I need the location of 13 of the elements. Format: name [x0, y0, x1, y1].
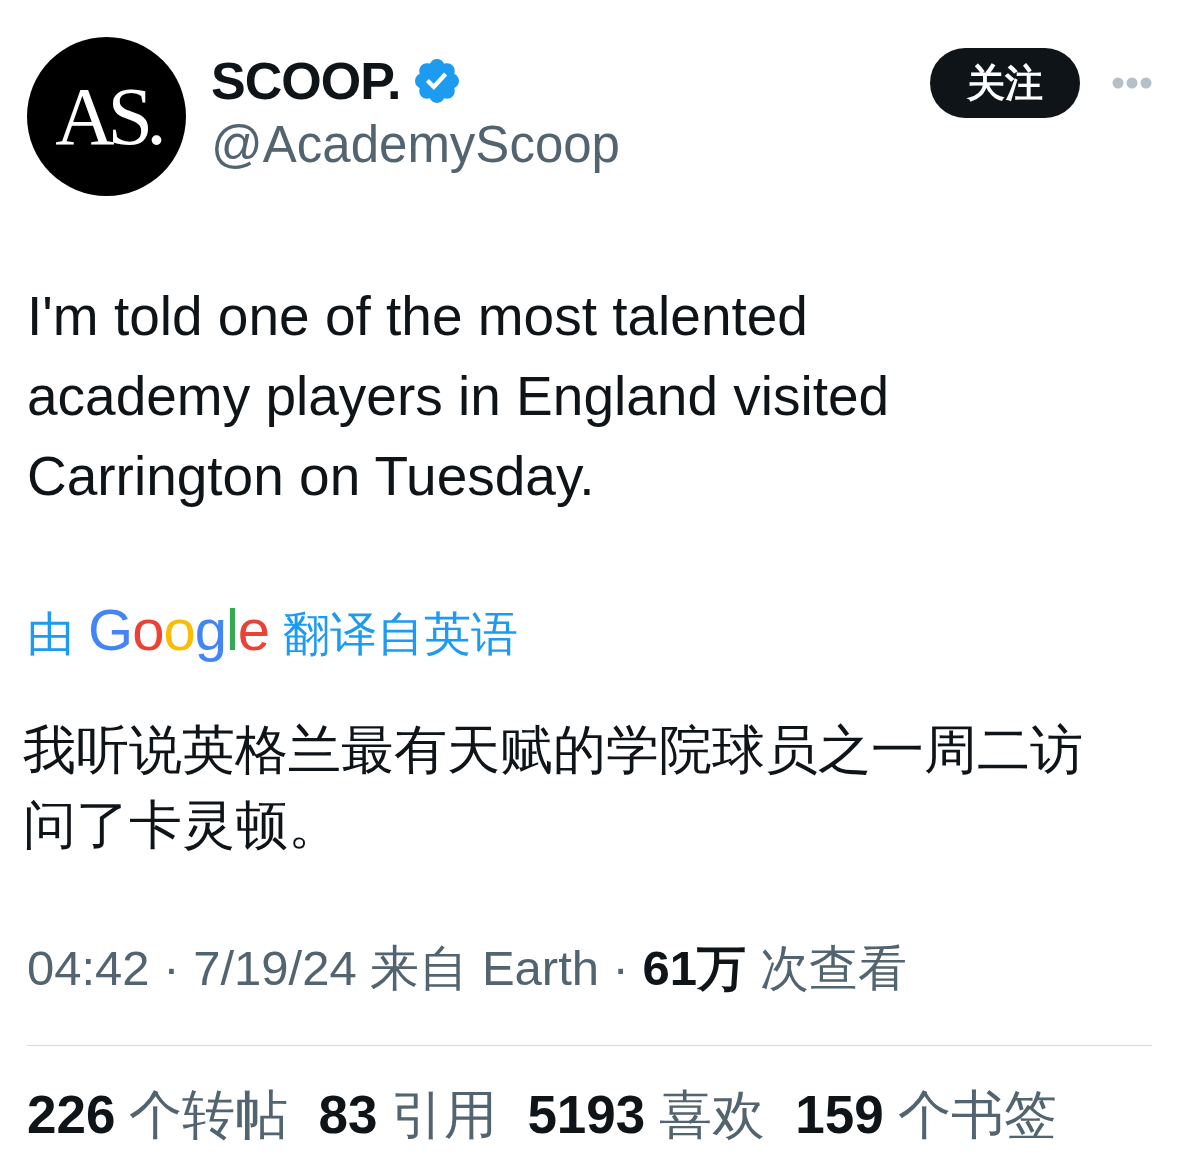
stat-link[interactable]: 159 个书签 — [795, 1084, 1057, 1146]
stat-link[interactable]: 83 引用 — [318, 1084, 498, 1146]
avatar-logo[interactable]: AS. — [27, 37, 186, 196]
display-name[interactable]: SCOOP. — [211, 53, 401, 109]
follow-button[interactable]: 关注 — [930, 48, 1080, 118]
translation-attribution: 由 Google 翻译自英语 — [27, 600, 519, 664]
user-handle[interactable]: @AcademyScoop — [211, 115, 620, 175]
stat-link[interactable]: 226 个转帖 — [27, 1084, 289, 1146]
more-options-icon[interactable] — [1112, 77, 1152, 89]
tweet-meta: 04:42 · 7/19/24 来自 Earth · 61万 次查看 — [27, 940, 908, 997]
tweet-text: I'm told one of the most talented academy players in England visited Carrington on Tuesday. — [27, 284, 891, 509]
translated-text: 我听说英格兰最有天赋的学院球员之一周二访问了卡灵顿。 — [23, 719, 1084, 856]
stat-link[interactable]: 5193 喜欢 — [527, 1084, 766, 1146]
